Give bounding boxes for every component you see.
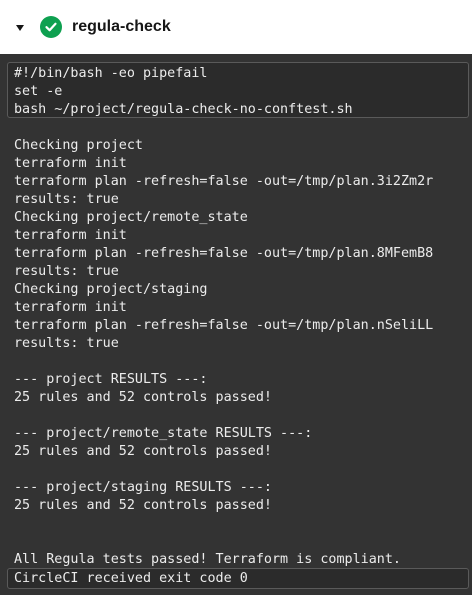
command-line: #!/bin/bash -eo pipefail — [14, 66, 208, 81]
step-title: regula-check — [72, 18, 171, 35]
output-line: 25 rules and 52 controls passed! — [14, 390, 272, 405]
output-line: terraform plan -refresh=false -out=/tmp/… — [14, 174, 434, 189]
chevron-down-icon[interactable] — [16, 25, 24, 31]
command-line: set -e — [14, 84, 63, 99]
output-line: 25 rules and 52 controls passed! — [14, 498, 272, 513]
output-line: results: true — [14, 192, 119, 207]
output-line: Checking project/staging — [14, 282, 208, 297]
output-line: --- project/remote_state RESULTS ---: — [14, 426, 313, 441]
output-line: --- project/staging RESULTS ---: — [14, 480, 272, 495]
command-line: bash ~/project/regula-check-no-conftest.… — [14, 102, 353, 117]
output-line: terraform plan -refresh=false -out=/tmp/… — [14, 246, 434, 261]
output-line: 25 rules and 52 controls passed! — [14, 444, 272, 459]
output-line: terraform init — [14, 228, 127, 243]
output-line: --- project RESULTS ---: — [14, 372, 208, 387]
output-line: results: true — [14, 336, 119, 351]
output-line: terraform plan -refresh=false -out=/tmp/… — [14, 318, 434, 333]
output-line: Checking project/remote_state — [14, 210, 248, 225]
output-line: Checking project — [14, 138, 143, 153]
check-circle-icon — [40, 16, 62, 38]
output-line: All Regula tests passed! Terraform is co… — [14, 552, 401, 567]
step-header[interactable]: regula-check — [0, 0, 472, 54]
output-line: terraform init — [14, 156, 127, 171]
terminal-output: #!/bin/bash -eo pipefail set -e bash ~/p… — [0, 54, 472, 595]
checkmark-icon — [45, 22, 57, 32]
output-line: terraform init — [14, 300, 127, 315]
exit-code-message: CircleCI received exit code 0 — [14, 571, 248, 586]
output-line: results: true — [14, 264, 119, 279]
